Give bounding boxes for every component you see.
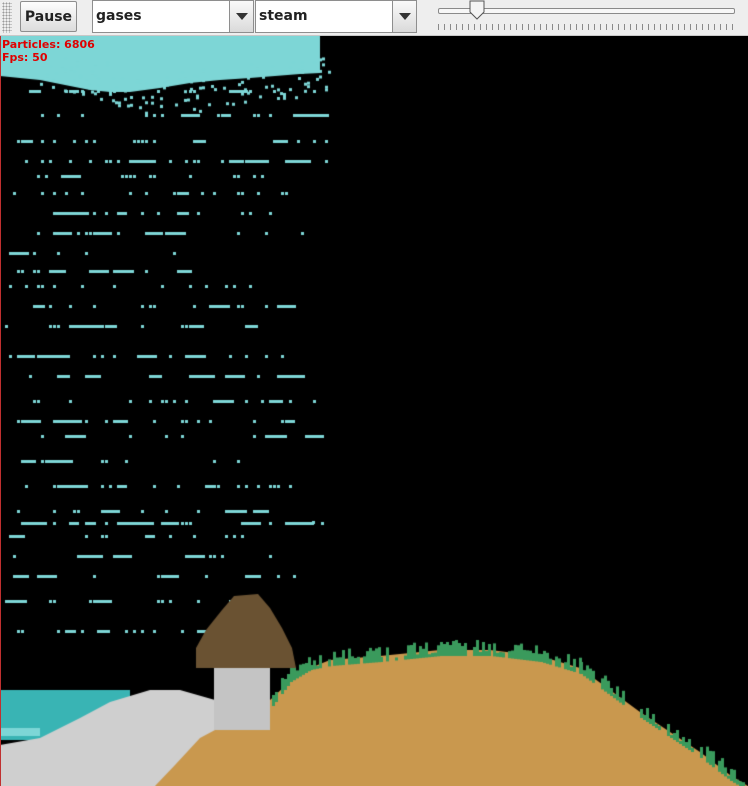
element-selected: steam — [259, 8, 308, 24]
fps-counter: Fps: 50 — [2, 51, 48, 64]
category-dropdown[interactable]: gases — [92, 0, 254, 33]
chevron-down-icon[interactable] — [229, 1, 253, 32]
element-dropdown[interactable]: steam — [255, 0, 417, 33]
chevron-down-icon[interactable] — [392, 1, 416, 32]
slider-thumb-icon[interactable] — [469, 0, 485, 20]
slider-ticks — [438, 24, 735, 30]
toolbar-grip-icon[interactable] — [2, 2, 12, 33]
toolbar: Pause gases steam — [0, 0, 748, 36]
brush-slider[interactable] — [433, 0, 743, 34]
simulation-canvas[interactable] — [0, 36, 748, 786]
hud: Particles: 6806 Fps: 50 — [2, 38, 95, 64]
category-selected: gases — [96, 8, 142, 24]
particle-count: Particles: 6806 — [2, 38, 95, 51]
pause-button[interactable]: Pause — [20, 1, 77, 32]
canvas-left-border — [0, 36, 1, 786]
